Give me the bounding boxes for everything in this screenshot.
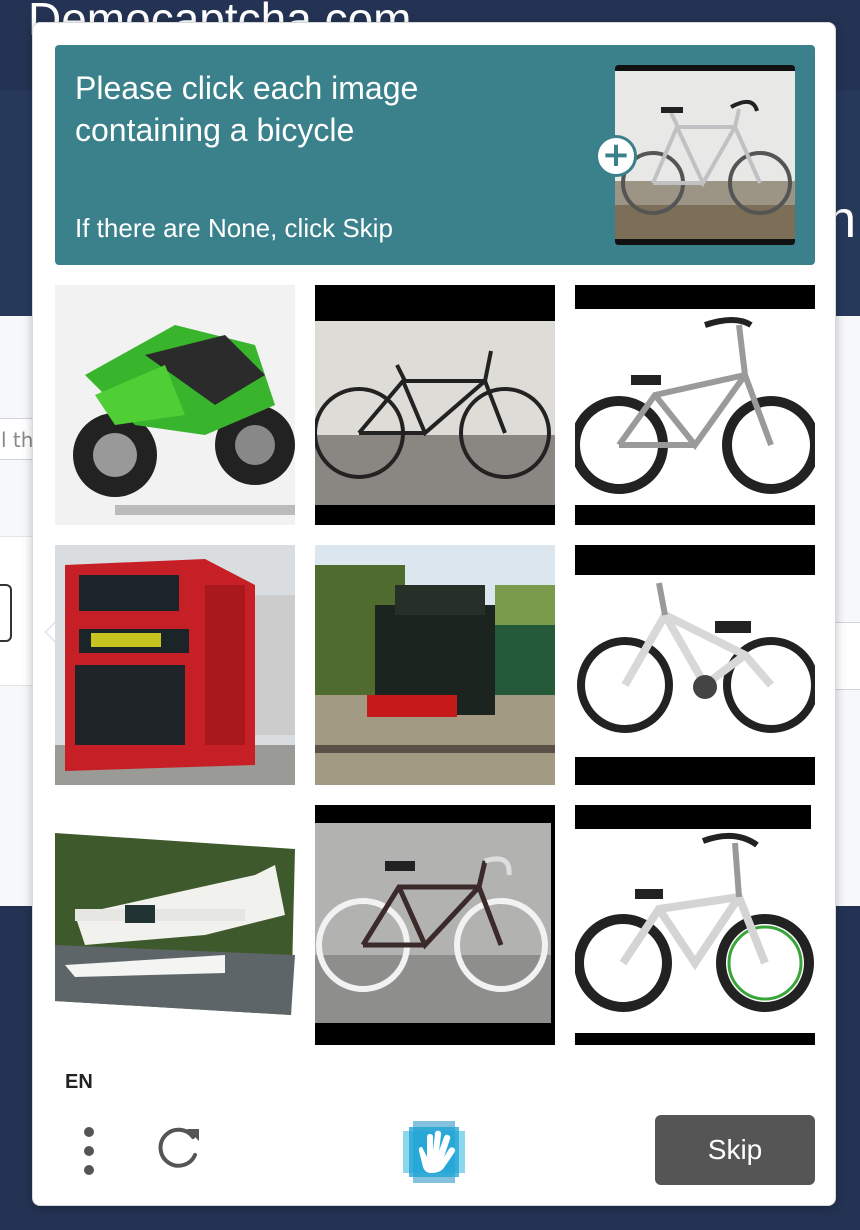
image-tile-bicycle-3[interactable] xyxy=(315,805,555,1045)
refresh-icon[interactable] xyxy=(153,1123,205,1175)
image-tile-seaplane[interactable] xyxy=(55,805,295,1045)
background-input[interactable]: l th xyxy=(0,418,36,460)
hcaptcha-logo-icon xyxy=(399,1117,469,1187)
more-options-icon[interactable] xyxy=(79,1123,99,1179)
image-tile-bicycle-1[interactable] xyxy=(315,285,555,525)
add-icon: + xyxy=(595,135,637,177)
language-selector[interactable]: EN xyxy=(65,1071,93,1094)
prompt-title: Please click each image containing a bic… xyxy=(75,70,419,148)
skip-button[interactable]: Skip xyxy=(655,1115,815,1185)
prompt-subtitle: If there are None, click Skip xyxy=(75,213,393,243)
image-tile-bmx[interactable] xyxy=(575,285,815,525)
image-tile-train[interactable] xyxy=(315,545,555,785)
example-image xyxy=(615,65,795,245)
captcha-dialog: Please click each image containing a bic… xyxy=(32,22,836,1206)
image-grid xyxy=(55,285,815,1045)
image-tile-bicycle-4[interactable] xyxy=(575,805,815,1045)
background-checkbox[interactable] xyxy=(0,584,12,642)
image-tile-bicycle-2[interactable] xyxy=(575,545,815,785)
image-tile-bus[interactable] xyxy=(55,545,295,785)
image-tile-motorcycle[interactable] xyxy=(55,285,295,525)
challenge-prompt: Please click each image containing a bic… xyxy=(55,45,815,265)
